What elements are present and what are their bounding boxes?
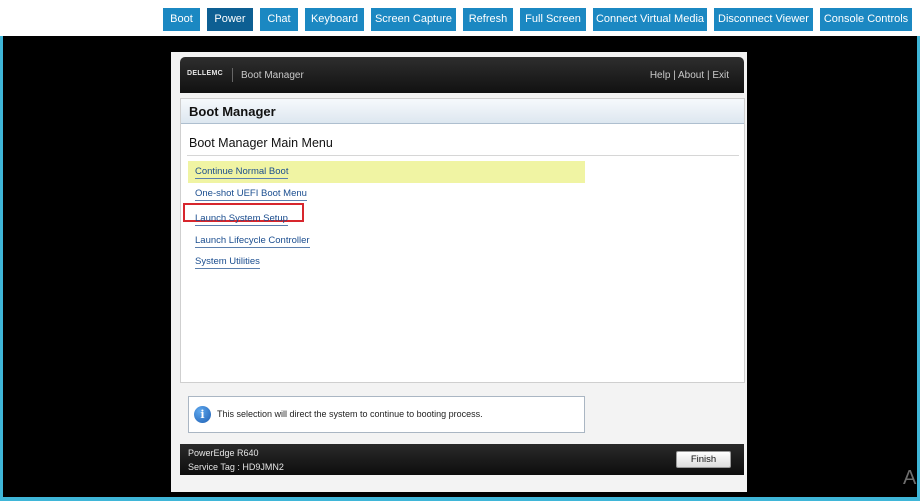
finish-button[interactable]: Finish (676, 451, 731, 468)
header-bar: DELLEMC Boot Manager Help | About | Exit (180, 57, 744, 93)
footer-bar: PowerEdge R640 Service Tag : HD9JMN2 Fin… (180, 444, 744, 475)
dell-emc-logo: DELLEMC (187, 70, 223, 77)
full-screen-button[interactable]: Full Screen (520, 8, 586, 31)
boot-manager-panel: Boot Manager Boot Manager Main Menu Cont… (180, 98, 745, 383)
menu-heading: Boot Manager Main Menu (189, 136, 333, 150)
info-icon: i (194, 406, 211, 423)
menu-item-launch-system-setup[interactable]: Launch System Setup (195, 213, 288, 226)
header-divider (232, 68, 233, 82)
refresh-button[interactable]: Refresh (463, 8, 513, 31)
exit-link[interactable]: Exit (712, 70, 729, 81)
heading-divider (187, 155, 739, 156)
corner-glyph: A (903, 467, 917, 489)
about-link[interactable]: About (678, 70, 704, 81)
boot-manager-window: DELLEMC Boot Manager Help | About | Exit… (171, 52, 747, 492)
menu-item-system-utilities[interactable]: System Utilities (195, 256, 260, 269)
power-button[interactable]: Power (207, 8, 253, 31)
console-screen: DELLEMC Boot Manager Help | About | Exit… (3, 36, 917, 497)
menu-item-launch-lifecycle-controller[interactable]: Launch Lifecycle Controller (195, 235, 310, 248)
connect-virtual-media-button[interactable]: Connect Virtual Media (593, 8, 707, 31)
menu-item-continue-normal-boot[interactable]: Continue Normal Boot (195, 166, 289, 179)
server-model: PowerEdge R640 (188, 448, 259, 458)
link-separator: | (673, 70, 676, 81)
header-links: Help | About | Exit (650, 70, 729, 81)
service-tag: Service Tag : HD9JMN2 (188, 462, 284, 472)
info-message: This selection will direct the system to… (217, 409, 483, 419)
boot-button[interactable]: Boot (163, 8, 200, 31)
info-message-box: i This selection will direct the system … (188, 396, 585, 433)
header-title: Boot Manager (241, 70, 304, 81)
help-link[interactable]: Help (650, 70, 671, 81)
panel-title-bar: Boot Manager (181, 99, 744, 124)
console-controls-button[interactable]: Console Controls (820, 8, 912, 31)
link-separator: | (706, 70, 710, 81)
panel-title: Boot Manager (189, 104, 276, 119)
screen-capture-button[interactable]: Screen Capture (371, 8, 456, 31)
chat-button[interactable]: Chat (260, 8, 298, 31)
keyboard-button[interactable]: Keyboard (305, 8, 364, 31)
disconnect-viewer-button[interactable]: Disconnect Viewer (714, 8, 813, 31)
menu-item-one-shot-uefi-boot-menu[interactable]: One-shot UEFI Boot Menu (195, 188, 307, 201)
viewer-toolbar: Boot Power Chat Keyboard Screen Capture … (0, 0, 920, 36)
